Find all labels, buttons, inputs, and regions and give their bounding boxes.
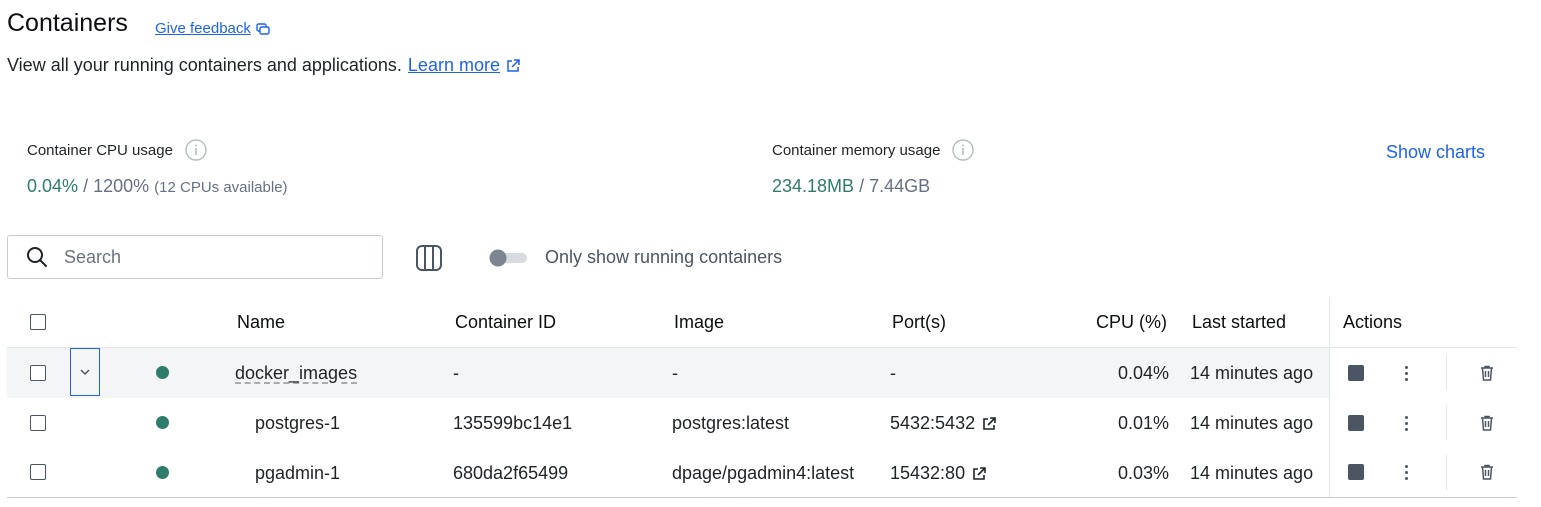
row-checkbox[interactable] <box>30 415 46 431</box>
status-running-dot <box>156 466 169 479</box>
more-options-icon[interactable] <box>1404 416 1408 431</box>
trash-icon[interactable] <box>1478 364 1496 382</box>
cpu-count-note: (12 CPUs available) <box>154 179 288 196</box>
port-link[interactable]: 5432:5432 <box>890 413 997 434</box>
give-feedback-link[interactable]: Give feedback <box>155 20 270 37</box>
more-options-icon[interactable] <box>1404 465 1408 480</box>
column-header-image[interactable]: Image <box>674 312 724 333</box>
column-header-name[interactable]: Name <box>237 312 285 333</box>
stop-icon[interactable] <box>1348 464 1364 480</box>
image-name[interactable]: dpage/pgadmin4:latest <box>672 463 854 484</box>
action-divider <box>1446 355 1447 390</box>
give-feedback-label: Give feedback <box>155 20 251 37</box>
cpu-usage-label-text: Container CPU usage <box>27 141 173 159</box>
trash-icon[interactable] <box>1478 463 1496 481</box>
column-header-ports[interactable]: Port(s) <box>892 312 946 333</box>
column-header-last-started[interactable]: Last started <box>1192 312 1286 333</box>
memory-usage-current: 234.18MB <box>772 176 855 196</box>
row-checkbox[interactable] <box>30 365 46 381</box>
more-options-icon[interactable] <box>1404 366 1408 381</box>
status-running-dot <box>156 366 169 379</box>
cpu-usage-value: 0.04% / 1200% (12 CPUs available) <box>27 176 288 197</box>
ports: - <box>890 363 896 383</box>
learn-more-label: Learn more <box>407 55 500 75</box>
port-mapping: 5432:5432 <box>890 413 976 433</box>
container-id: 680da2f65499 <box>453 463 569 483</box>
expand-group-button[interactable] <box>70 348 100 396</box>
last-started: 14 minutes ago <box>1190 363 1314 383</box>
action-divider <box>1446 455 1447 490</box>
external-link-icon <box>507 58 520 72</box>
memory-usage-label: Container memory usage <box>772 139 975 161</box>
group-name[interactable]: docker_images <box>235 363 357 384</box>
port-mapping: 15432:80 <box>890 463 966 483</box>
search-input[interactable] <box>62 245 346 269</box>
cpu-usage-total: / 1200% <box>83 176 150 196</box>
select-all-checkbox[interactable] <box>30 314 46 330</box>
memory-usage-total: / 7.44GB <box>859 176 931 196</box>
port-link[interactable]: 15432:80 <box>890 463 987 484</box>
info-icon[interactable] <box>185 139 207 161</box>
search-box[interactable] <box>7 235 383 279</box>
cpu-usage-label: Container CPU usage <box>27 139 207 161</box>
column-header-actions: Actions <box>1343 312 1403 332</box>
last-started: 14 minutes ago <box>1190 413 1314 433</box>
external-link-icon <box>983 416 996 430</box>
image-name[interactable]: postgres:latest <box>672 413 789 434</box>
running-only-label: Only show running containers <box>545 247 783 267</box>
page-title: Containers <box>7 9 128 37</box>
cpu-percent: 0.03% <box>1117 463 1169 483</box>
info-icon[interactable] <box>952 139 975 161</box>
stop-icon[interactable] <box>1348 415 1364 431</box>
running-only-toggle[interactable] <box>489 249 527 267</box>
columns-icon[interactable] <box>415 244 443 272</box>
cpu-percent: 0.01% <box>1117 413 1169 433</box>
stop-icon[interactable] <box>1348 365 1364 381</box>
column-header-cpu[interactable]: CPU (%) <box>1067 312 1167 333</box>
memory-usage-value: 234.18MB / 7.44GB <box>772 176 930 197</box>
action-divider <box>1446 405 1447 440</box>
memory-usage-label-text: Container memory usage <box>772 141 941 159</box>
status-running-dot <box>156 416 169 429</box>
page-subtitle: View all your running containers and app… <box>7 55 521 76</box>
image-name: - <box>672 363 678 383</box>
search-icon <box>27 247 47 267</box>
container-name[interactable]: postgres-1 <box>255 413 340 434</box>
container-name[interactable]: pgadmin-1 <box>255 463 340 484</box>
cpu-usage-current: 0.04% <box>27 176 79 196</box>
column-header-container-id[interactable]: Container ID <box>455 312 556 333</box>
subtitle-text: View all your running containers and app… <box>7 55 402 75</box>
trash-icon[interactable] <box>1478 414 1496 432</box>
chevron-down-icon <box>80 369 90 376</box>
last-started: 14 minutes ago <box>1190 463 1314 483</box>
container-id: 135599bc14e1 <box>453 413 573 433</box>
row-checkbox[interactable] <box>30 464 46 480</box>
cpu-percent: 0.04% <box>1117 363 1169 383</box>
show-charts-button[interactable]: Show charts <box>1386 142 1485 163</box>
learn-more-link[interactable]: Learn more <box>408 55 521 76</box>
external-link-icon <box>973 466 986 480</box>
container-id: - <box>453 363 459 383</box>
feedback-icon <box>256 22 270 35</box>
table-bottom-border <box>7 497 1517 498</box>
